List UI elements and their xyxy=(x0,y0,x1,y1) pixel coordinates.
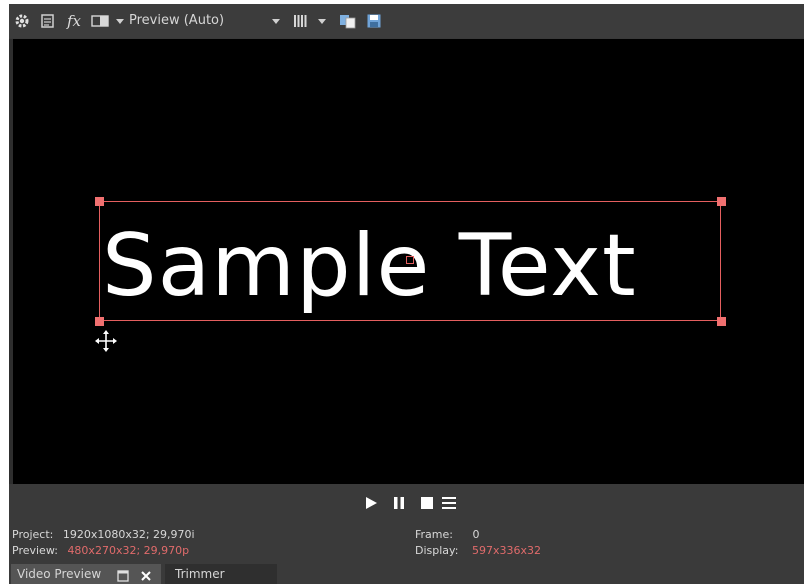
preview-label: Preview: xyxy=(12,544,58,557)
tab-video-preview-label: Video Preview xyxy=(17,567,102,581)
tab-trimmer-label: Trimmer xyxy=(175,567,225,581)
preview-quality-dropdown[interactable]: Preview (Auto) xyxy=(129,12,224,30)
grid-dropdown-caret-icon[interactable] xyxy=(313,12,331,30)
frame-label: Frame: xyxy=(415,528,453,541)
preview-quality-caret-icon[interactable] xyxy=(267,12,285,30)
resize-handle-top-right[interactable] xyxy=(717,197,726,206)
video-preview-window: fx Preview (Auto) Sample Text Project: 1… xyxy=(9,4,804,584)
resize-handle-top-left[interactable] xyxy=(95,197,104,206)
play-icon[interactable] xyxy=(361,493,381,513)
project-info-row: Project: 1920x1080x32; 29,970i xyxy=(12,527,195,542)
frame-value: 0 xyxy=(472,528,480,541)
stop-icon[interactable] xyxy=(417,493,437,513)
preview-value: 480x270x32; 29,970p xyxy=(67,544,190,557)
undock-icon[interactable] xyxy=(117,568,129,588)
move-cursor-icon xyxy=(95,330,117,352)
fx-icon[interactable]: fx xyxy=(65,12,83,30)
frame-info-row: Frame: 0 xyxy=(415,527,479,542)
window-tabs: Video Preview Trimmer xyxy=(9,562,804,584)
display-label: Display: xyxy=(415,544,459,557)
grid-icon[interactable] xyxy=(291,12,309,30)
selection-center-marker[interactable] xyxy=(406,256,414,264)
tab-trimmer[interactable]: Trimmer xyxy=(165,564,277,584)
resize-handle-bottom-left[interactable] xyxy=(95,317,104,326)
menu-icon[interactable] xyxy=(439,493,459,513)
tab-video-preview[interactable]: Video Preview xyxy=(11,564,161,584)
display-value: 597x336x32 xyxy=(471,544,541,557)
preview-info-row: Preview: 480x270x32; 29,970p xyxy=(12,543,189,558)
save-snapshot-icon[interactable] xyxy=(365,12,383,30)
transport-bar xyxy=(9,484,804,522)
pause-icon[interactable] xyxy=(389,493,409,513)
resize-handle-bottom-right[interactable] xyxy=(717,317,726,326)
preview-status-info: Project: 1920x1080x32; 29,970i Preview: … xyxy=(9,522,804,562)
properties-icon[interactable] xyxy=(39,12,57,30)
split-screen-icon[interactable] xyxy=(91,12,109,30)
close-icon[interactable] xyxy=(140,568,152,588)
project-label: Project: xyxy=(12,528,54,541)
gear-icon[interactable] xyxy=(13,12,31,30)
display-info-row: Display: 597x336x32 xyxy=(415,543,541,558)
viewport-border xyxy=(9,39,13,484)
split-screen-dropdown-caret-icon[interactable] xyxy=(111,12,129,30)
preview-toolbar: fx Preview (Auto) xyxy=(9,4,804,38)
copy-snapshot-icon[interactable] xyxy=(339,12,357,30)
project-value: 1920x1080x32; 29,970i xyxy=(62,528,195,541)
